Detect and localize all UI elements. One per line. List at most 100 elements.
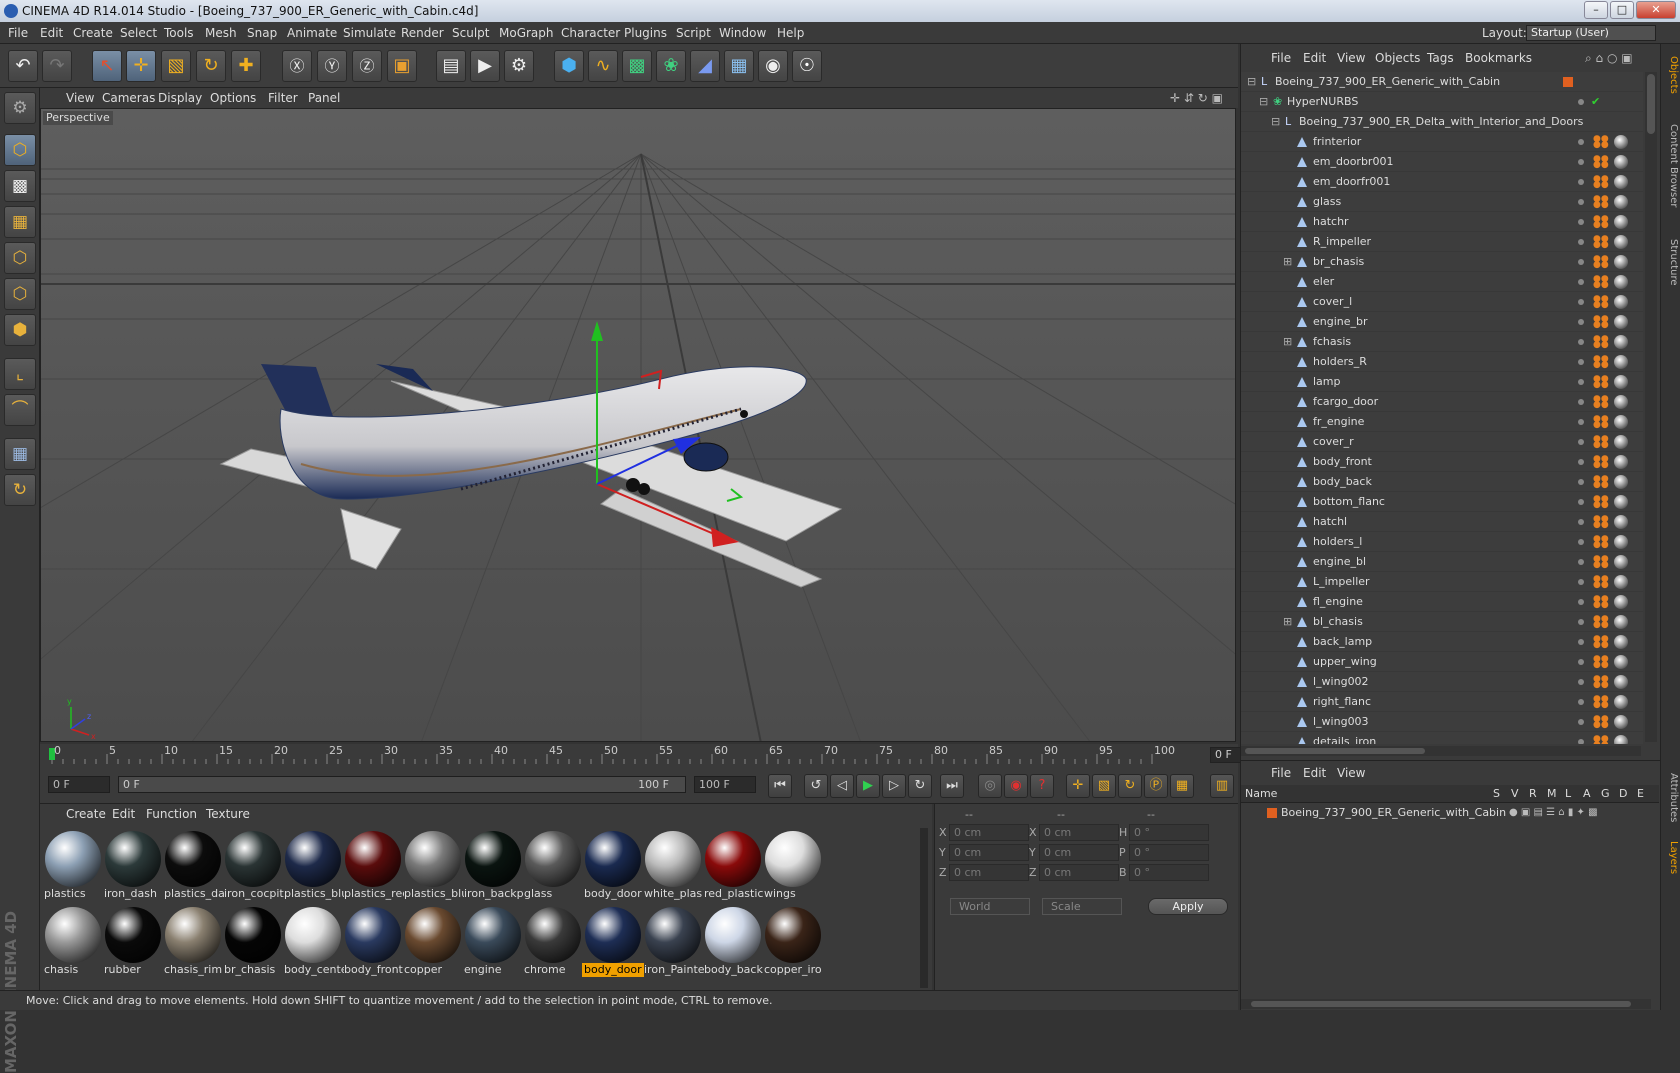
material-swatch[interactable]: chasis_rim: [162, 904, 224, 978]
obj-menu-edit[interactable]: Edit: [1303, 48, 1326, 68]
object-row[interactable]: body_front ●● ●●: [1241, 452, 1643, 472]
loop-forward-icon[interactable]: ↻: [908, 774, 932, 798]
material-swatch[interactable]: iron_Painte: [642, 904, 704, 978]
phong-tag-icon[interactable]: ●●●●: [1593, 735, 1609, 745]
workplane-mode-icon[interactable]: ▦: [4, 206, 36, 238]
material-tag-icon[interactable]: [1614, 695, 1628, 709]
object-row[interactable]: fr_engine ●● ●●: [1241, 412, 1643, 432]
material-swatch[interactable]: plastics_rec: [342, 828, 404, 902]
visibility-dot[interactable]: [1578, 699, 1584, 705]
coord-value-field[interactable]: 0 °: [1129, 824, 1209, 841]
phong-tag-icon[interactable]: ●●●●: [1593, 215, 1609, 230]
phong-tag-icon[interactable]: ●●●●: [1593, 715, 1609, 730]
menu-script[interactable]: Script: [676, 22, 711, 44]
object-row[interactable]: engine_br ●● ●●: [1241, 312, 1643, 332]
object-row[interactable]: hatchl ●● ●●: [1241, 512, 1643, 532]
phong-tag-icon[interactable]: ●●●●: [1593, 395, 1609, 410]
preview-range-slider[interactable]: 0 F 100 F: [118, 776, 686, 793]
visibility-dot[interactable]: [1578, 359, 1584, 365]
layer-toggle-icons[interactable]: ● ▣ ▤ ☰ ⌂ ▮ ✦ ▩: [1509, 803, 1598, 823]
phong-tag-icon[interactable]: ●●●●: [1593, 455, 1609, 470]
coord-value-field[interactable]: 0 cm: [949, 864, 1029, 881]
phong-tag-icon[interactable]: ●●●●: [1593, 575, 1609, 590]
menu-snap[interactable]: Snap: [247, 22, 277, 44]
coordinate-system-dropdown[interactable]: World: [950, 898, 1030, 915]
render-settings-icon[interactable]: ⚙: [504, 50, 534, 82]
recent-tools-icon[interactable]: ✚: [231, 50, 261, 82]
camera-icon[interactable]: ◉: [758, 50, 788, 82]
light-icon[interactable]: ☉: [792, 50, 822, 82]
object-row[interactable]: right_flanc ●● ●●: [1241, 692, 1643, 712]
object-row[interactable]: em_doorfr001 ●● ●●: [1241, 172, 1643, 192]
visibility-dot[interactable]: [1578, 659, 1584, 665]
layer-menu-file[interactable]: File: [1271, 763, 1291, 783]
visibility-dot[interactable]: [1578, 479, 1584, 485]
object-row[interactable]: frinterior ●● ●●: [1241, 132, 1643, 152]
phong-tag-icon[interactable]: ●●●●: [1593, 255, 1609, 270]
object-row-root[interactable]: ⊟ L Boeing_737_900_ER_Generic_with_Cabin: [1241, 72, 1643, 92]
key-parameter-icon[interactable]: Ⓟ: [1144, 774, 1168, 798]
timeline-window-icon[interactable]: ▥: [1210, 774, 1234, 798]
object-row[interactable]: body_back ●● ●●: [1241, 472, 1643, 492]
axis-mode-icon[interactable]: ⌞: [4, 358, 36, 390]
apply-button[interactable]: Apply: [1148, 898, 1228, 915]
play-icon[interactable]: ▶: [856, 774, 880, 798]
phong-tag-icon[interactable]: ●●●●: [1593, 175, 1609, 190]
layer-column-header[interactable]: E: [1637, 785, 1644, 803]
3d-viewport[interactable]: Perspective y x z: [40, 108, 1236, 742]
material-tag-icon[interactable]: [1614, 235, 1628, 249]
visibility-dot[interactable]: [1578, 459, 1584, 465]
key-points-icon[interactable]: ▦: [1170, 774, 1194, 798]
phong-tag-icon[interactable]: ●●●●: [1593, 655, 1609, 670]
viewport-menu-display[interactable]: Display: [158, 88, 202, 108]
obj-search-icon[interactable]: ⌕ ⌂ ○ ▣: [1585, 48, 1633, 68]
phong-tag-icon[interactable]: ●●●●: [1593, 355, 1609, 370]
visibility-dot[interactable]: [1578, 299, 1584, 305]
visibility-dot[interactable]: [1578, 219, 1584, 225]
phong-tag-icon[interactable]: ●●●●: [1593, 275, 1609, 290]
material-tag-icon[interactable]: [1614, 375, 1628, 389]
tree-collapse-icon[interactable]: ⊟: [1259, 92, 1268, 112]
menu-mograph[interactable]: MoGraph: [499, 22, 554, 44]
tweak-mode-icon[interactable]: ⌒: [4, 394, 36, 426]
material-swatch[interactable]: plastics_blu: [282, 828, 344, 902]
layer-column-header[interactable]: L: [1565, 785, 1571, 803]
material-swatch[interactable]: plastics_blu: [402, 828, 464, 902]
menu-tools[interactable]: Tools: [164, 22, 194, 44]
autokeying-icon[interactable]: ◉: [1004, 774, 1028, 798]
material-tag-icon[interactable]: [1614, 675, 1628, 689]
material-tag-icon[interactable]: [1614, 715, 1628, 729]
phong-tag-icon[interactable]: ●●●●: [1593, 155, 1609, 170]
visibility-dot[interactable]: [1578, 539, 1584, 545]
coordinate-system-icon[interactable]: ▣: [387, 50, 417, 82]
object-tree-hscrollbar[interactable]: [1241, 746, 1641, 756]
material-tag-icon[interactable]: [1614, 575, 1628, 589]
visibility-dot[interactable]: [1578, 139, 1584, 145]
material-swatch[interactable]: iron_backp: [462, 828, 524, 902]
material-tag-icon[interactable]: [1614, 135, 1628, 149]
object-row[interactable]: hatchr ●● ●●: [1241, 212, 1643, 232]
viewport-menu-cameras[interactable]: Cameras: [102, 88, 155, 108]
visibility-dot[interactable]: [1578, 419, 1584, 425]
viewport-menu-options[interactable]: Options: [210, 88, 256, 108]
menu-render[interactable]: Render: [401, 22, 444, 44]
object-row[interactable]: em_doorbr001 ●● ●●: [1241, 152, 1643, 172]
phong-tag-icon[interactable]: ●●●●: [1593, 635, 1609, 650]
material-swatch[interactable]: red_plastic: [702, 828, 764, 902]
phong-tag-icon[interactable]: ●●●●: [1593, 195, 1609, 210]
previous-frame-icon[interactable]: ◁: [830, 774, 854, 798]
obj-menu-view[interactable]: View: [1337, 48, 1365, 68]
minimize-button[interactable]: –: [1584, 1, 1608, 19]
end-frame-field[interactable]: 100 F: [694, 776, 756, 793]
material-menu-create[interactable]: Create: [66, 804, 106, 824]
phong-tag-icon[interactable]: ●●●●: [1593, 415, 1609, 430]
material-swatch[interactable]: iron_dash: [102, 828, 164, 902]
menu-mesh[interactable]: Mesh: [205, 22, 237, 44]
loop-back-icon[interactable]: ↺: [804, 774, 828, 798]
visibility-dot[interactable]: [1578, 579, 1584, 585]
phong-tag-icon[interactable]: ●●●●: [1593, 675, 1609, 690]
polygons-mode-icon[interactable]: ⬢: [4, 314, 36, 346]
object-row[interactable]: fl_engine ●● ●●: [1241, 592, 1643, 612]
material-swatch[interactable]: br_chasis: [222, 904, 284, 978]
visibility-dot[interactable]: [1578, 159, 1584, 165]
